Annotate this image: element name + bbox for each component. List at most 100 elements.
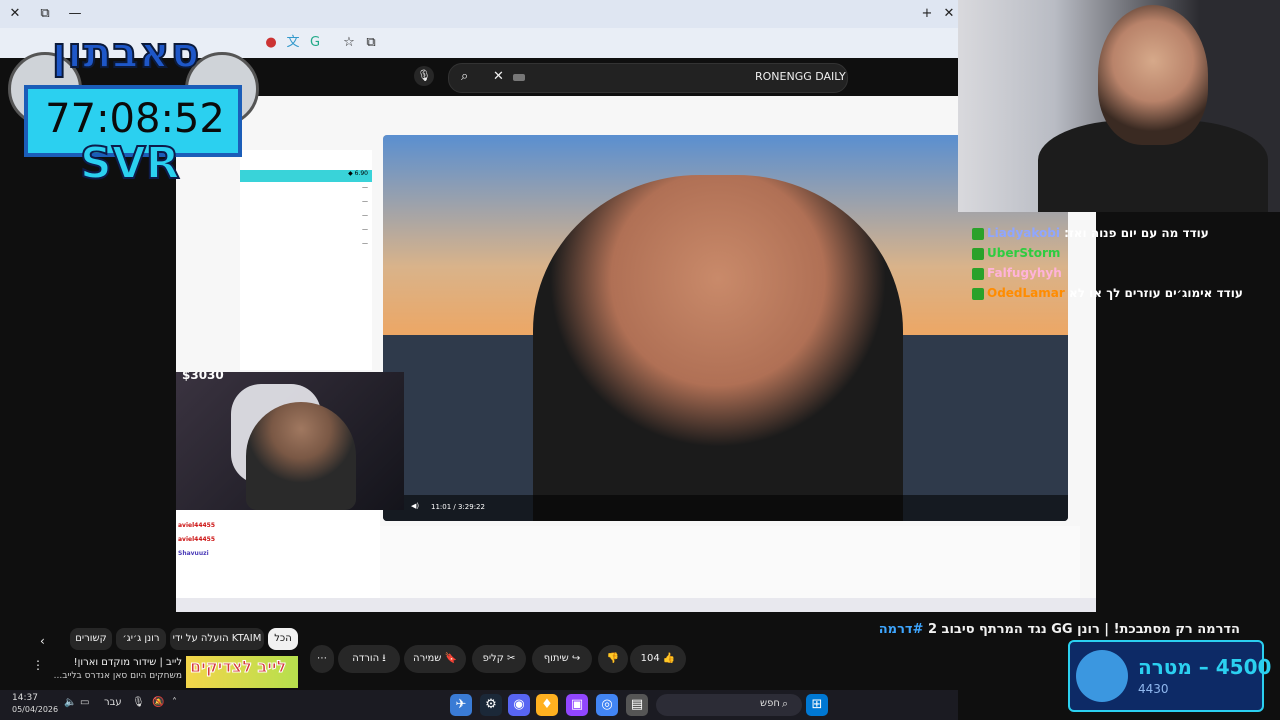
logo-text: סאבתון [51, 27, 201, 78]
streamer-face [1098, 5, 1208, 145]
chat-username: OdedLamar [987, 286, 1065, 300]
kebab-menu-icon[interactable]: ⋮ [32, 658, 44, 672]
notification-icon[interactable]: 🔕 [152, 697, 164, 708]
volume-icon[interactable]: 🔈 [64, 697, 76, 708]
chevron-left-icon[interactable]: ‹ [40, 634, 45, 648]
like-button[interactable]: 104 👍 [630, 645, 686, 673]
channel-name: RONENGG DAILY [755, 70, 846, 83]
extension-icon[interactable]: ● [260, 33, 282, 53]
restore-icon[interactable]: ⧉ [34, 4, 56, 24]
thumbs-up-icon: 👍 [662, 653, 676, 664]
window-close-icon[interactable]: ✕ [938, 4, 960, 24]
clip-button[interactable]: קליפ ✂ [472, 645, 526, 673]
extensions-icon[interactable]: ⧉ [360, 33, 382, 53]
chat-line: — [362, 240, 368, 247]
gamer-webcam: $3030 [176, 372, 404, 510]
streamer-figure [533, 175, 903, 521]
chat-username: Falfugyhyh [987, 266, 1062, 280]
video-title-text: הדרמה רק מסתבכת! | רונן GG נגד המרתף סיב… [927, 622, 1240, 637]
chat-user: Shavuuzi [178, 550, 209, 557]
chat-row: Liadyakobi :עודד מה עם יום פנוה ואז [972, 226, 1209, 244]
share-label: שיתוף [543, 653, 569, 664]
embedded-chat-list: aviel44455 aviel44455 Shavuuzi [176, 510, 380, 612]
rec-thumbnail-label: לייב לצדיקים [189, 657, 287, 677]
share-button[interactable]: שיתוף ↪ [532, 645, 592, 673]
chat-line: — [362, 212, 368, 219]
scissors-icon: ✂ [507, 653, 516, 664]
gamer-figure [246, 402, 356, 510]
video-title: הדרמה רק מסתבכת! | רונן GG נגד המרתף סיב… [879, 622, 1240, 637]
more-button[interactable]: ⋯ [310, 645, 334, 673]
subathon-timer: 77:08:52 [45, 96, 225, 142]
chip-all[interactable]: הכל [268, 628, 298, 650]
new-tab-icon[interactable]: + [916, 4, 938, 24]
bookmark-icon: 🔖 [444, 653, 457, 664]
save-button[interactable]: שמירה 🔖 [404, 645, 466, 673]
embedded-chat: ◆ 6.90 — — — — — [240, 150, 372, 370]
mod-badge-icon [972, 227, 984, 240]
chat-user: aviel44455 [178, 536, 216, 543]
download-button[interactable]: הורדה ⭳ [338, 645, 400, 673]
chrome-icon[interactable]: ◎ [596, 694, 618, 716]
windows-start-icon[interactable]: ⊞ [806, 694, 828, 716]
rec-subtitle: משחקים היום סאן אנדרס בלייב... [53, 671, 182, 681]
minimize-icon[interactable]: — [64, 4, 86, 24]
chip-uploader[interactable]: הועלה על ידי KTAIM [170, 628, 264, 650]
network-icon[interactable]: ▭ [80, 697, 89, 708]
tray-overflow-icon[interactable]: ˄ [172, 697, 177, 708]
chat-message: עודד אימוג׳ים עוזרים לך או לא [1068, 286, 1243, 300]
chat-username: Liadyakobi [987, 226, 1060, 240]
steam-icon[interactable]: ⚙ [480, 694, 502, 716]
goal-target: 4500 – מטרה [1138, 655, 1272, 679]
search-icon: ⌕ [782, 697, 789, 710]
clock-date[interactable]: 05/04/2026 [12, 705, 58, 714]
chat-line: — [362, 184, 368, 191]
mod-badge-icon [972, 267, 984, 280]
rec-title[interactable]: לייב | שידור מוקדם וארון! [40, 657, 182, 668]
chat-username: UberStorm [987, 246, 1061, 260]
goal-current: 4430 [1138, 682, 1169, 696]
chat-row: OdedLamar עודד אימוג׳ים עוזרים לך או לא [972, 286, 1243, 304]
taskbar-search-placeholder: חפש [760, 698, 780, 709]
cam-overlay-amount: $3030 [182, 372, 224, 382]
video-hashtag[interactable]: #דרמה [879, 622, 924, 637]
svr-label: SVR [79, 137, 181, 190]
telegram-icon[interactable]: ✈ [450, 694, 472, 716]
mod-badge-icon [972, 247, 984, 260]
more-icon: ⋯ [317, 653, 327, 664]
clock-time[interactable]: 14:37 [12, 693, 38, 703]
dislike-button[interactable]: 👎 [598, 645, 628, 673]
video-time: 11:01 / 3:29:22 [431, 503, 485, 511]
discord-icon[interactable]: ◉ [508, 694, 530, 716]
taskbar-search[interactable]: חפש ⌕ [656, 694, 802, 716]
goal-avatar [1076, 650, 1128, 702]
download-label: הורדה [352, 653, 380, 664]
chip-related[interactable]: קשורים [70, 628, 112, 650]
close-icon[interactable]: ✕ [4, 4, 26, 24]
thumbs-down-icon: 👎 [606, 653, 620, 664]
volume-icon[interactable]: ◀) [411, 502, 419, 510]
save-label: שמירה [413, 653, 442, 664]
chat-message: :עודד מה עם יום פנוה ואז [1064, 226, 1209, 240]
chat-line: — [362, 226, 368, 233]
chat-line: — [362, 198, 368, 205]
chip-ronen[interactable]: רונן ג׳יג׳ [116, 628, 166, 650]
clear-search-icon[interactable]: ✕ [493, 69, 504, 84]
keyboard-icon[interactable] [513, 74, 525, 81]
twitch-icon[interactable]: ▣ [566, 694, 588, 716]
file-explorer-icon[interactable]: ▤ [626, 694, 648, 716]
language-indicator[interactable]: עבר [104, 697, 122, 708]
mic-tray-icon[interactable]: 🎙 [132, 697, 145, 708]
grammar-icon[interactable]: G [304, 33, 326, 53]
chat-row: Falfugyhyh [972, 266, 1062, 284]
share-icon: ↪ [571, 653, 581, 664]
translate-icon[interactable]: 文 [282, 33, 304, 53]
clip-label: קליפ [482, 653, 504, 664]
mic-icon[interactable]: 🎙 [414, 66, 434, 86]
like-count: 104 [640, 653, 660, 664]
app-icon[interactable]: ♦ [536, 694, 558, 716]
chat-user: aviel44455 [178, 522, 216, 529]
search-icon[interactable]: ⌕ [461, 69, 468, 84]
chat-row: UberStorm [972, 246, 1060, 264]
star-icon[interactable]: ☆ [338, 33, 360, 53]
